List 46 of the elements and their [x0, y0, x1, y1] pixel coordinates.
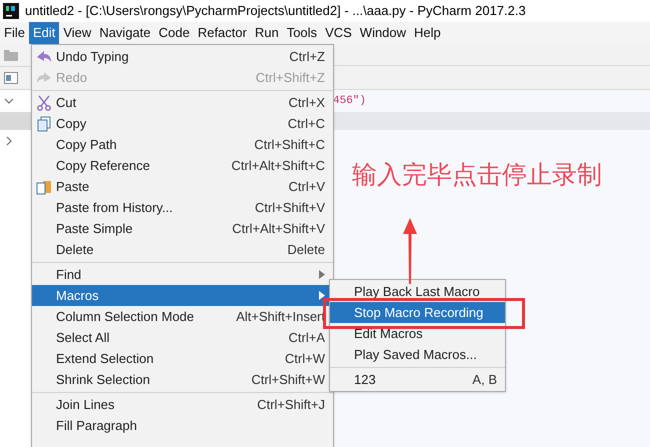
menu-item[interactable]: Extend Selection Ctrl+W: [32, 348, 333, 369]
copy-icon: [36, 116, 52, 132]
menu-item[interactable]: Paste from History... Ctrl+Shift+V: [32, 197, 333, 218]
chevron-right-icon: [6, 136, 12, 146]
menu-item[interactable]: Play Saved Macros...: [330, 344, 505, 365]
menu-item[interactable]: Paste Simple Ctrl+Alt+Shift+V: [32, 218, 333, 239]
menu-bar-item[interactable]: Window: [356, 22, 410, 44]
panel-icon: [4, 72, 18, 84]
menu-bar-item[interactable]: Run: [250, 22, 283, 44]
menu-bar-item[interactable]: Edit: [28, 22, 60, 44]
menu-item[interactable]: Copy Path Ctrl+Shift+C: [32, 134, 333, 155]
menu-item[interactable]: Fill Paragraph: [32, 415, 333, 436]
code-line: 456"): [333, 94, 366, 109]
submenu-arrow-icon: [319, 270, 325, 279]
redo-arrow-icon: [36, 70, 52, 84]
menu-item[interactable]: Copy Ctrl+C: [32, 113, 333, 134]
submenu-arrow-icon: [319, 291, 325, 300]
clipboard-icon: [36, 178, 52, 194]
menu-item[interactable]: 123 A, B: [330, 369, 505, 390]
menu-item[interactable]: Undo Typing Ctrl+Z: [32, 46, 333, 67]
menu-bar-item[interactable]: VCS: [321, 22, 356, 44]
menu-item[interactable]: Shrink Selection Ctrl+Shift+W: [32, 369, 333, 390]
menu-item[interactable]: Play Back Last Macro: [330, 281, 505, 302]
folder-icon: [4, 50, 18, 60]
menu-bar-item[interactable]: Refactor: [194, 22, 251, 44]
undo-arrow-icon: [36, 50, 52, 64]
chevron-down-icon: [4, 98, 14, 104]
menu-bar-item[interactable]: Code: [154, 22, 194, 44]
menu-item[interactable]: Select All Ctrl+A: [32, 327, 333, 348]
menu-item[interactable]: Delete Delete: [32, 239, 333, 260]
menu-item[interactable]: Find: [32, 264, 333, 285]
app-logo-icon: [3, 3, 19, 19]
menu-bar-item[interactable]: Navigate: [95, 22, 155, 44]
pointer-arrow: [402, 218, 418, 284]
menu-bar-item[interactable]: View: [59, 22, 96, 44]
menu-bar-item[interactable]: Tools: [282, 22, 322, 44]
window-title: untitled2 - [C:\Users\rongsy\PycharmProjects\untitled2] - ...\aaa.py - PyCharm 2017.2.3: [25, 2, 526, 20]
annotation-text: 输入完毕点击停止录制: [352, 160, 602, 189]
menu-bar-item[interactable]: File: [0, 22, 29, 44]
scissors-icon: [36, 94, 52, 110]
menu-item[interactable]: Join Lines Ctrl+Shift+J: [32, 394, 333, 415]
menu-item[interactable]: Cut Ctrl+X: [32, 92, 333, 113]
menu-item[interactable]: Copy Reference Ctrl+Alt+Shift+C: [32, 155, 333, 176]
menu-item[interactable]: Stop Macro Recording: [330, 302, 505, 323]
menu-bar-item[interactable]: Help: [410, 22, 445, 44]
menu-item[interactable]: Paste Ctrl+V: [32, 176, 333, 197]
